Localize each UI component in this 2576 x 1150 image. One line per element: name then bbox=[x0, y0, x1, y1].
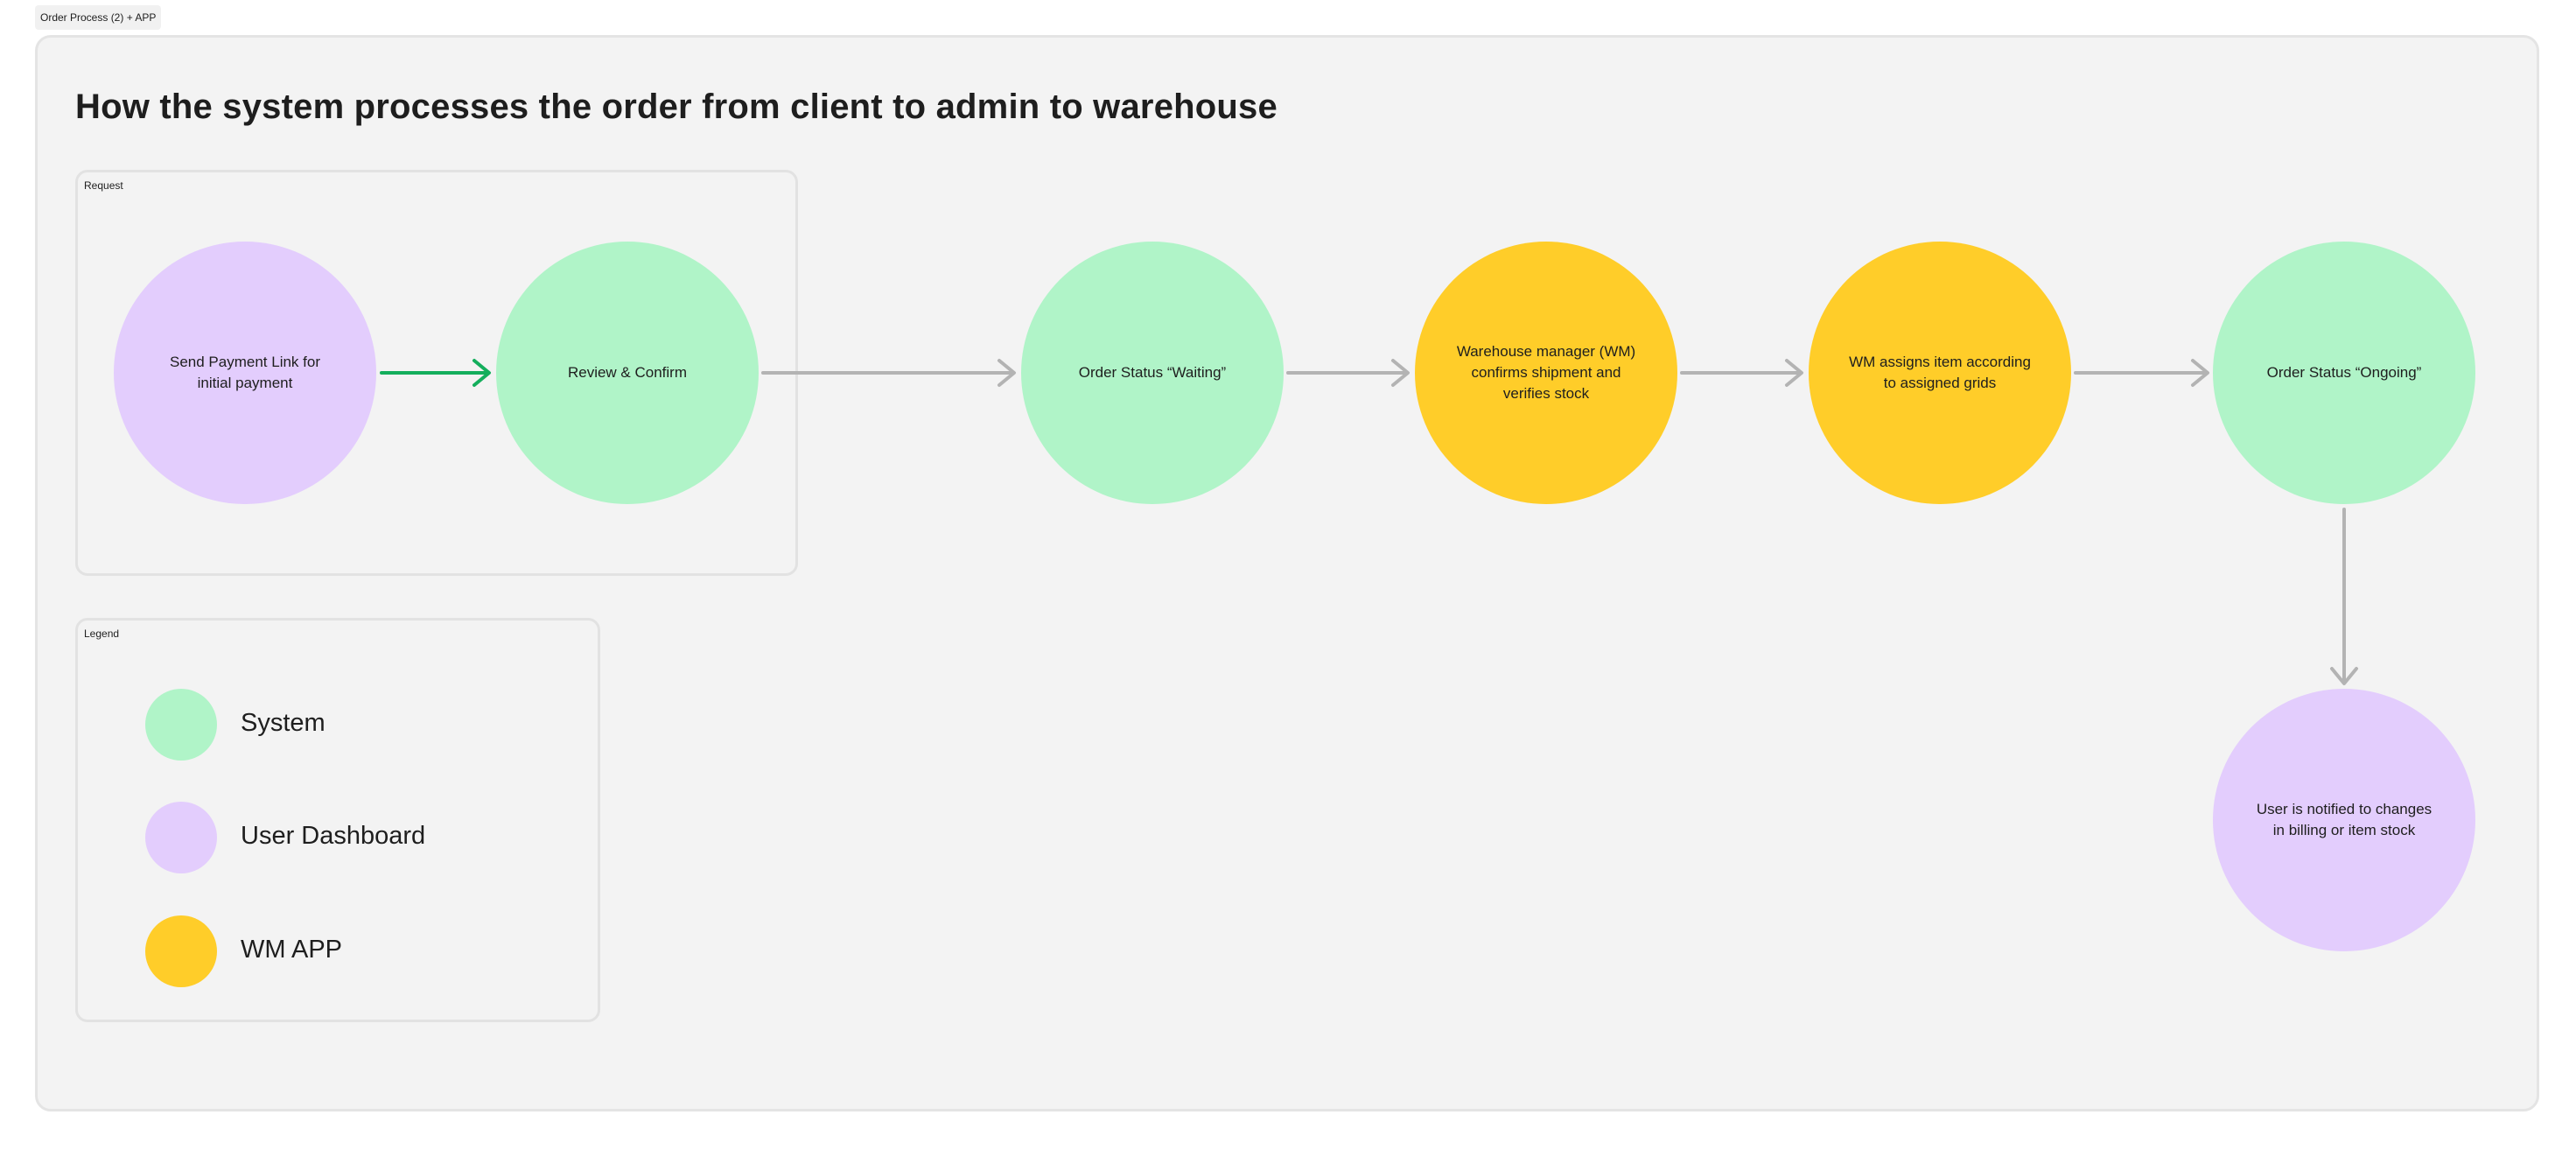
node-order-status-waiting[interactable]: Order Status “Waiting” bbox=[1021, 242, 1284, 504]
connector-wm-confirms-to-wm-assigns[interactable] bbox=[1680, 359, 1803, 387]
legend-user-dashboard-swatch bbox=[145, 802, 217, 873]
node-send-payment-link-text: Send Payment Link for initial payment bbox=[170, 354, 320, 391]
node-user-notified[interactable]: User is notified to changes in billing o… bbox=[2213, 689, 2475, 951]
connector-layer bbox=[380, 359, 2358, 685]
node-review-confirm[interactable]: Review & Confirm bbox=[496, 242, 759, 504]
node-wm-confirms-shipment[interactable]: Warehouse manager (WM) confirms shipment… bbox=[1415, 242, 1677, 504]
node-review-confirm-text: Review & Confirm bbox=[567, 364, 688, 381]
connector-ongoing-to-notified[interactable] bbox=[2330, 508, 2358, 685]
connector-payment-to-review[interactable] bbox=[380, 359, 491, 387]
node-order-status-waiting-text: Order Status “Waiting” bbox=[1078, 364, 1227, 381]
node-send-payment-link[interactable]: Send Payment Link for initial payment bbox=[114, 242, 376, 504]
node-wm-confirms-shipment-text: Warehouse manager (WM) confirms shipment… bbox=[1456, 343, 1636, 402]
node-user-notified-text: User is notified to changes in billing o… bbox=[2256, 801, 2432, 838]
node-wm-assigns-item-text: WM assigns item according to assigned gr… bbox=[1849, 354, 2031, 391]
connector-wm-assigns-to-ongoing[interactable] bbox=[2074, 359, 2209, 387]
legend-wm-app-label: WM APP bbox=[241, 936, 343, 964]
legend-wm-app-swatch bbox=[145, 915, 217, 987]
node-order-status-ongoing[interactable]: Order Status “Ongoing” bbox=[2213, 242, 2475, 504]
node-wm-assigns-item[interactable]: WM assigns item according to assigned gr… bbox=[1809, 242, 2071, 504]
connector-review-to-waiting[interactable] bbox=[761, 359, 1016, 387]
legend-system-label: System bbox=[241, 709, 326, 737]
connector-waiting-to-wm-confirms[interactable] bbox=[1286, 359, 1410, 387]
legend-system-swatch bbox=[145, 689, 217, 761]
node-order-status-ongoing-text: Order Status “Ongoing” bbox=[2266, 364, 2422, 381]
legend-user-dashboard-label: User Dashboard bbox=[241, 822, 426, 850]
